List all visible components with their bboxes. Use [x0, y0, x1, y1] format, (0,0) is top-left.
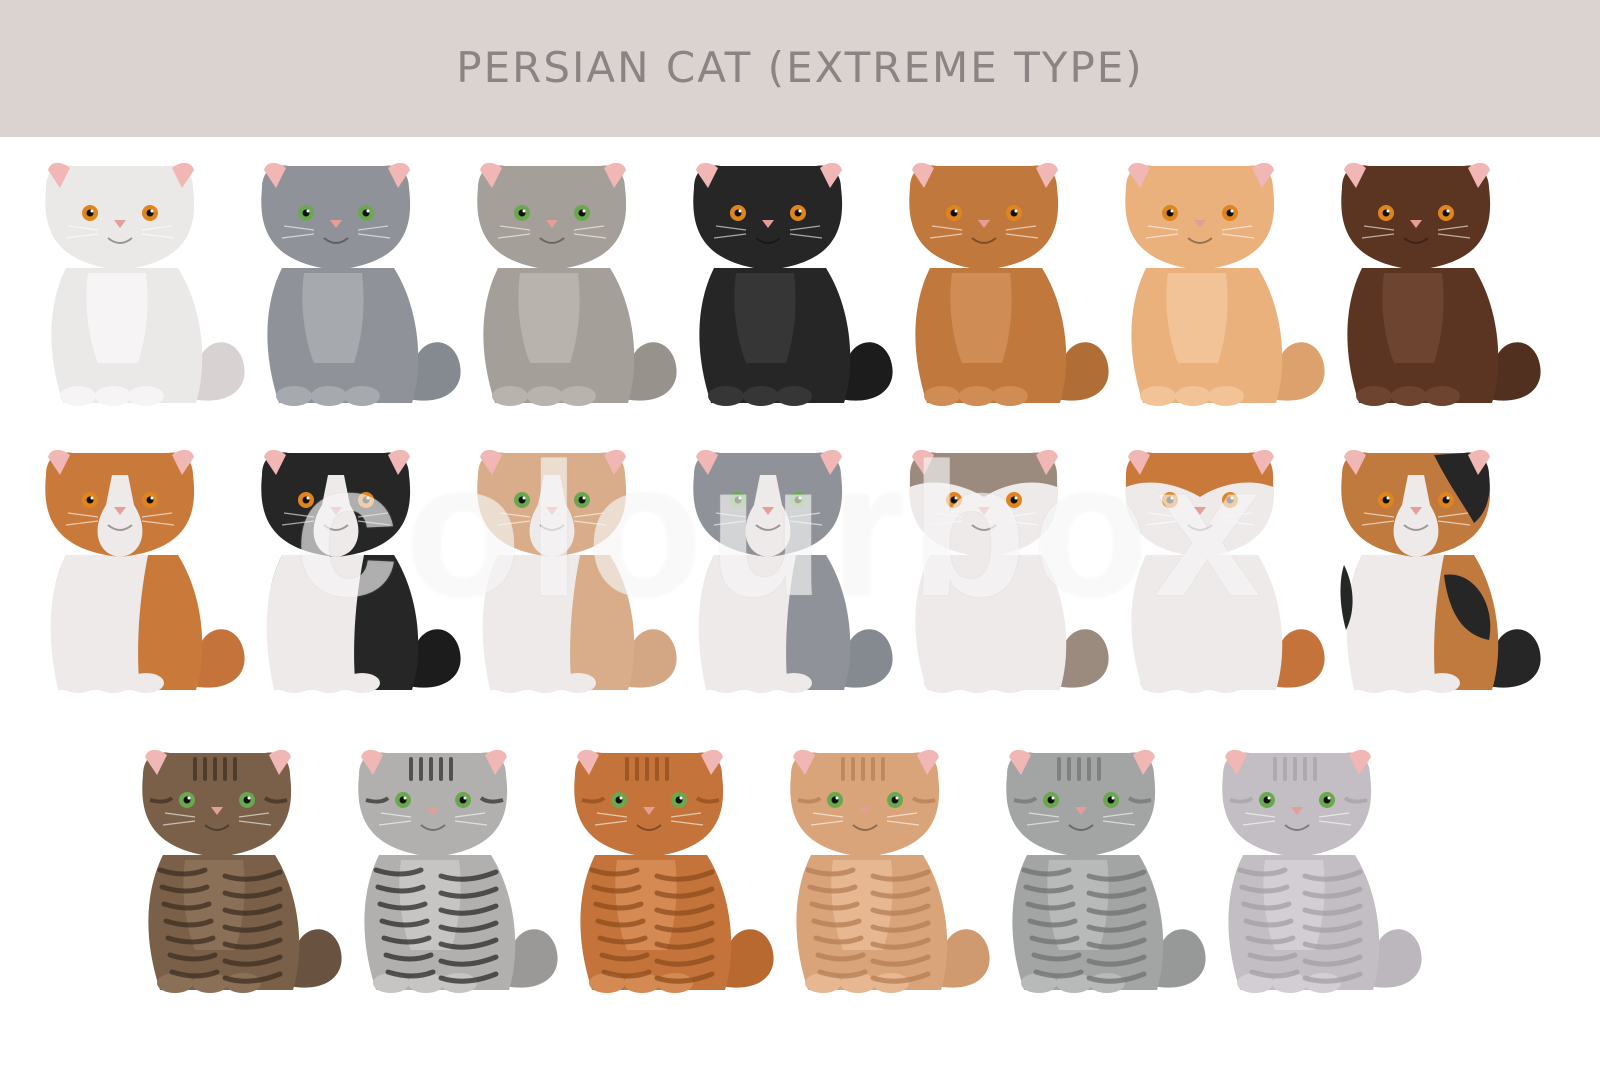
- cat-illustration: [244, 158, 470, 418]
- cat-illustration: [460, 445, 686, 705]
- title-banner: PERSIAN CAT (EXTREME TYPE): [0, 0, 1600, 137]
- cat-illustration: [1108, 158, 1334, 418]
- cat-illustration: [773, 745, 999, 1005]
- cat-illustration: [676, 445, 902, 705]
- cat-illustration: [892, 158, 1118, 418]
- cat-illustration: [28, 445, 254, 705]
- cat-illustration: [244, 445, 470, 705]
- cat-illustration: [1205, 745, 1431, 1005]
- cat-illustration: [892, 445, 1118, 705]
- cat-illustration: [1108, 445, 1334, 705]
- cat-illustration: [341, 745, 567, 1005]
- cat-illustration: [989, 745, 1215, 1005]
- page-title: PERSIAN CAT (EXTREME TYPE): [456, 43, 1144, 92]
- cat-illustration: [28, 158, 254, 418]
- cat-illustration: [1324, 158, 1550, 418]
- cat-illustration: [557, 745, 783, 1005]
- cat-illustration: [1324, 445, 1550, 705]
- cat-illustration: [460, 158, 686, 418]
- cat-illustration: [125, 745, 351, 1005]
- cat-illustration: [676, 158, 902, 418]
